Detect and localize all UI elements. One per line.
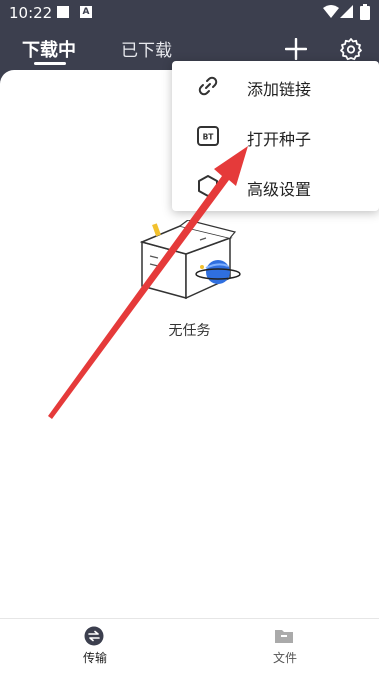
battery-icon	[360, 4, 370, 20]
folder-icon	[275, 630, 293, 643]
empty-state-text: 无任务	[168, 323, 211, 339]
menu-label-add-link: 添加链接	[247, 80, 312, 99]
menu-item-add-link[interactable]: 添加链接	[172, 61, 379, 111]
bt-torrent-icon: BT	[197, 126, 219, 146]
nav-transfer[interactable]: 传输	[0, 619, 190, 674]
bt-icon-text: BT	[203, 133, 215, 142]
bottom-navigation: 传输 文件	[0, 618, 379, 674]
menu-item-advanced-settings[interactable]: 高级设置	[172, 161, 379, 211]
menu-item-open-torrent[interactable]: BT 打开种子	[172, 111, 379, 161]
empty-box-illustration	[140, 220, 241, 300]
menu-label-open-torrent: 打开种子	[247, 130, 312, 149]
tab-downloaded[interactable]: 已下载	[121, 36, 172, 61]
wifi-icon	[323, 5, 339, 18]
nav-label-transfer: 传输	[82, 651, 107, 665]
transfer-icon	[84, 626, 104, 646]
a-badge-icon: A	[80, 6, 92, 18]
notification-square-icon	[57, 6, 69, 18]
add-options-menu: 添加链接 BT 打开种子 高级设置	[172, 61, 379, 211]
menu-label-advanced-settings: 高级设置	[247, 180, 312, 199]
gear-icon[interactable]	[339, 37, 363, 61]
hexagon-settings-icon	[198, 175, 218, 197]
status-time: 10:22	[9, 4, 53, 22]
nav-files[interactable]: 文件	[190, 619, 379, 674]
tab-downloading[interactable]: 下载中	[22, 36, 76, 62]
nav-label-files: 文件	[272, 651, 297, 665]
plus-icon[interactable]	[285, 38, 307, 60]
active-tab-indicator	[34, 62, 66, 65]
link-icon	[198, 76, 218, 96]
status-bar: 10:22 A	[0, 0, 379, 26]
signal-icon	[340, 5, 353, 18]
